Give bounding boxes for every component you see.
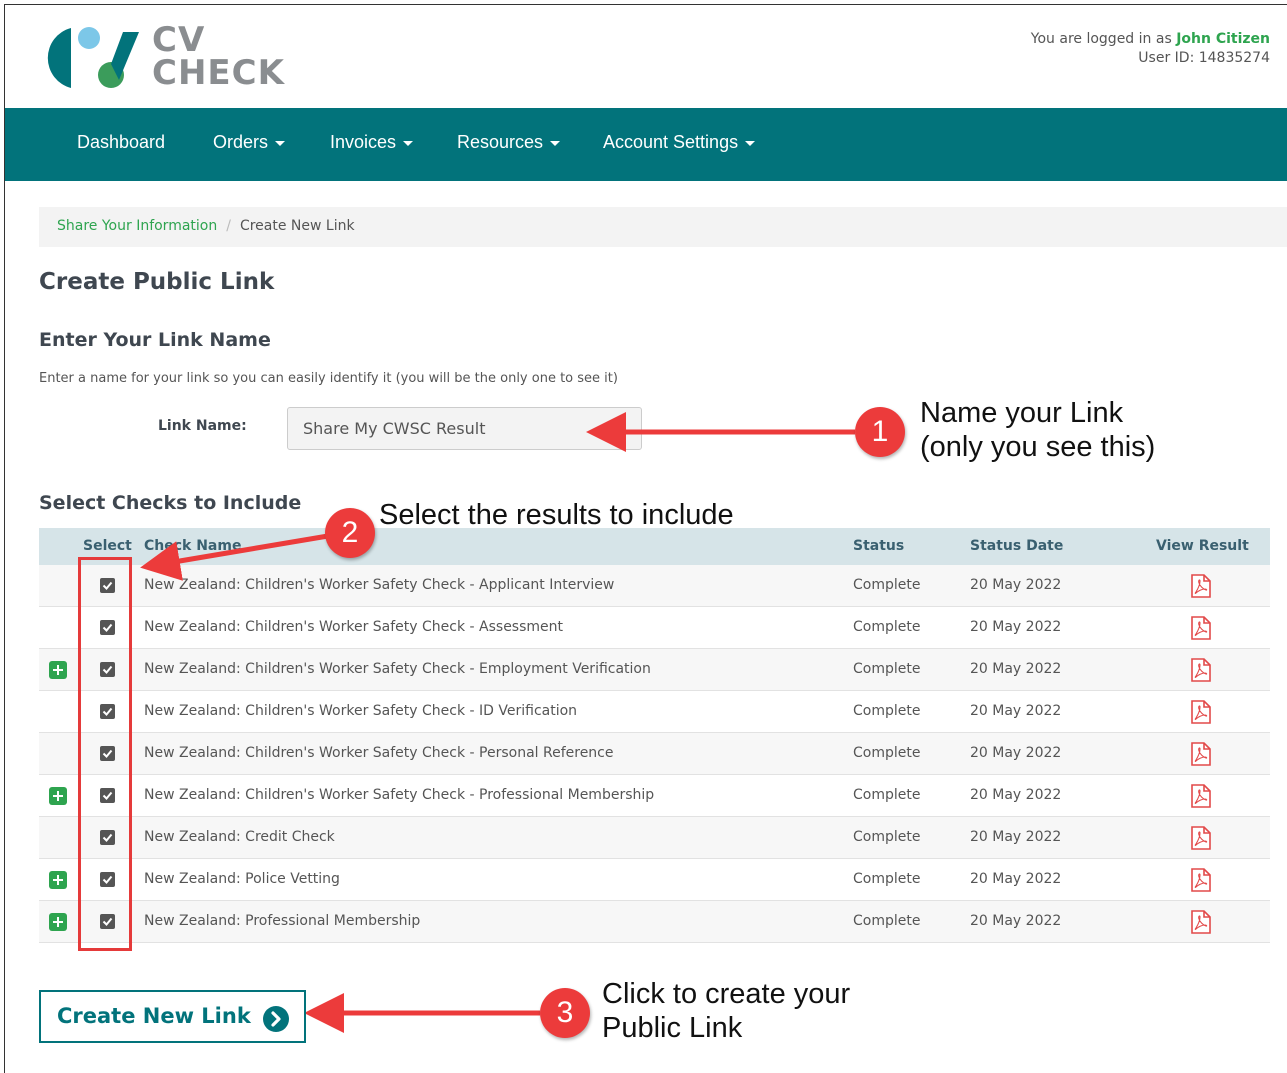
arrow-to-select-column	[140, 533, 329, 581]
annotation-1-line2: (only you see this)	[920, 431, 1156, 463]
annotation-badge-2: 2	[325, 508, 375, 558]
annotation-text-3: Click to create your Public Link	[602, 977, 850, 1045]
annotation-3-line2: Public Link	[602, 1012, 743, 1044]
annotation-text-2: Select the results to include	[379, 499, 734, 531]
annotation-badge-3: 3	[540, 988, 590, 1038]
create-new-link-label: Create New Link	[57, 1004, 251, 1028]
annotation-1-line1: Name your Link	[920, 397, 1124, 429]
annotation-3-line1: Click to create your	[602, 978, 851, 1010]
annotation-arrows	[140, 412, 855, 1033]
create-new-link-button[interactable]: Create New Link	[39, 990, 306, 1043]
annotation-badge-1: 1	[855, 407, 905, 457]
chevron-right-circle-icon	[263, 1006, 289, 1032]
annotation-text-1: Name your Link (only you see this)	[920, 396, 1155, 464]
